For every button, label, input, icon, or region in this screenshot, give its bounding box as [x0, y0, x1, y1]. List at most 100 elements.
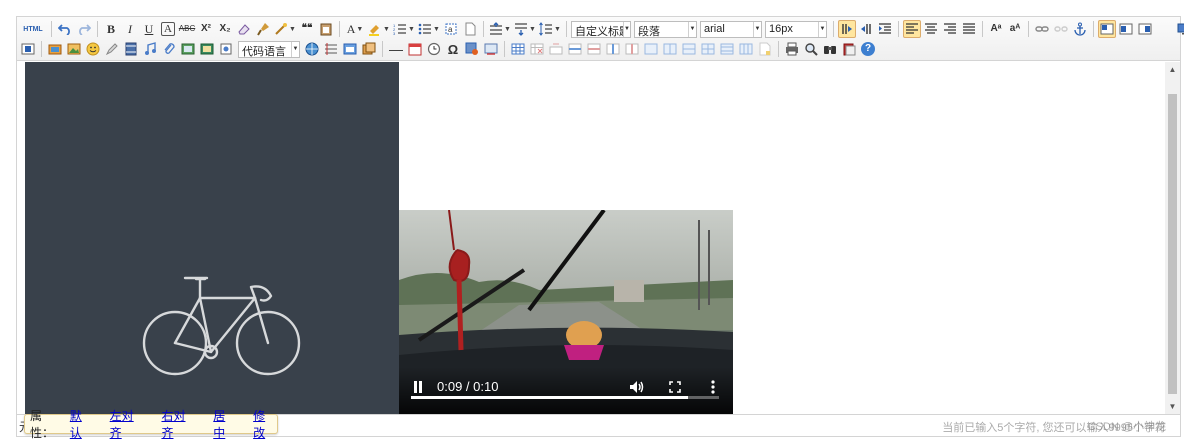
music-button[interactable]	[141, 40, 159, 58]
charts-button[interactable]	[756, 40, 774, 58]
delete-col-button[interactable]	[623, 40, 641, 58]
help-button[interactable]: ?	[859, 40, 877, 58]
video-player[interactable]: 0:09 / 0:10	[399, 210, 733, 414]
property-edit-link[interactable]: 修改	[253, 407, 277, 439]
insert-time-button[interactable]	[425, 40, 443, 58]
paragraph-format-select[interactable]: 段落 ▼	[634, 20, 697, 38]
image-right-button[interactable]	[1136, 20, 1154, 38]
property-align-right-link[interactable]: 右对齐	[161, 407, 197, 439]
map-button[interactable]	[341, 40, 359, 58]
property-default-link[interactable]: 默认	[70, 407, 94, 439]
image-center-button[interactable]	[19, 40, 37, 58]
emotion-button[interactable]	[84, 40, 102, 58]
align-left-button[interactable]	[903, 20, 921, 38]
delete-row-button[interactable]	[585, 40, 603, 58]
property-align-left-link[interactable]: 左对齐	[110, 407, 146, 439]
content-scrollbar[interactable]: ▲ ▼	[1165, 62, 1180, 414]
simple-upload-button[interactable]	[46, 40, 64, 58]
insert-paragraph-before-table-button[interactable]	[547, 40, 565, 58]
strikethrough-button[interactable]: ABC	[178, 20, 196, 38]
direction-rtl-button[interactable]	[857, 20, 875, 38]
ordered-list-button[interactable]: 1 2 3 ▼	[392, 20, 416, 38]
search-replace-button[interactable]	[821, 40, 839, 58]
split-to-cells-button[interactable]	[699, 40, 717, 58]
row-spacing-top-button[interactable]: ▼	[488, 20, 512, 38]
drafts-button[interactable]	[840, 40, 858, 58]
insert-col-button[interactable]	[604, 40, 622, 58]
bold-button[interactable]: B	[102, 20, 120, 38]
scroll-thumb[interactable]	[1168, 94, 1177, 394]
video-progress-bar[interactable]	[411, 396, 719, 399]
tolowercase-button[interactable]: aᴬ	[1006, 20, 1024, 38]
scroll-down-arrow-icon[interactable]: ▼	[1165, 399, 1180, 414]
link-button[interactable]	[1033, 20, 1051, 38]
snapscreen-button[interactable]	[482, 40, 500, 58]
unordered-list-button[interactable]: ▼	[417, 20, 441, 38]
undo-button[interactable]	[56, 20, 74, 38]
insert-image-button[interactable]	[65, 40, 83, 58]
align-right-button[interactable]	[941, 20, 959, 38]
direction-ltr-button[interactable]	[838, 20, 856, 38]
template-button[interactable]	[303, 40, 321, 58]
italic-button[interactable]: I	[121, 20, 139, 38]
align-justify-button[interactable]	[960, 20, 978, 38]
remove-format-button[interactable]	[235, 20, 253, 38]
merge-down-button[interactable]	[680, 40, 698, 58]
indent-button[interactable]	[876, 20, 894, 38]
split-to-cols-button[interactable]	[737, 40, 755, 58]
unlink-button[interactable]	[1052, 20, 1070, 38]
blockquote-button[interactable]: ❝❝	[298, 20, 316, 38]
superscript-button[interactable]: X²	[197, 20, 215, 38]
gmap-button[interactable]	[360, 40, 378, 58]
merge-cells-button[interactable]	[642, 40, 660, 58]
insert-row-button[interactable]	[566, 40, 584, 58]
fullscreen-button[interactable]	[1175, 20, 1184, 38]
pause-icon[interactable]	[413, 381, 423, 393]
backcolor-button[interactable]: ▼	[367, 20, 391, 38]
merge-right-button[interactable]	[661, 40, 679, 58]
special-char-button[interactable]: Ω	[444, 40, 462, 58]
attachment-button[interactable]	[160, 40, 178, 58]
format-match-button[interactable]	[254, 20, 272, 38]
insert-frame-button[interactable]	[179, 40, 197, 58]
delete-table-button[interactable]	[528, 40, 546, 58]
bicycle-image[interactable]	[25, 62, 399, 414]
line-height-button[interactable]: ▼	[538, 20, 562, 38]
row-spacing-bottom-button[interactable]: ▼	[513, 20, 537, 38]
paste-plain-button[interactable]	[317, 20, 335, 38]
code-language-select[interactable]: 代码语言 ▼	[238, 40, 300, 58]
auto-typeset-button[interactable]: ▼	[273, 20, 297, 38]
forecolor-button[interactable]: A ▼	[344, 20, 366, 38]
insert-video-button[interactable]	[122, 40, 140, 58]
image-left-button[interactable]	[1117, 20, 1135, 38]
touppercase-button[interactable]: Aᵃ	[987, 20, 1005, 38]
insert-code-button[interactable]	[198, 40, 216, 58]
font-size-select[interactable]: 16px ▼	[765, 20, 827, 38]
anchor-button[interactable]	[1071, 20, 1089, 38]
insert-date-button[interactable]	[406, 40, 424, 58]
select-all-button[interactable]: a	[442, 20, 460, 38]
editor-content-area[interactable]: 0:09 / 0:10	[17, 62, 1166, 414]
preview-button[interactable]	[802, 40, 820, 58]
custom-style-select[interactable]: 自定义标题▼	[571, 20, 631, 38]
print-button[interactable]	[783, 40, 801, 58]
image-none-button[interactable]	[1098, 20, 1116, 38]
wordimage-button[interactable]	[463, 40, 481, 58]
background-button[interactable]	[322, 40, 340, 58]
scrawl-button[interactable]	[103, 40, 121, 58]
insert-table-button[interactable]	[509, 40, 527, 58]
clear-doc-button[interactable]	[461, 20, 479, 38]
volume-icon[interactable]	[629, 380, 645, 394]
font-family-select[interactable]: arial ▼	[700, 20, 762, 38]
split-to-rows-button[interactable]	[718, 40, 736, 58]
underline-button[interactable]: U	[140, 20, 158, 38]
align-center-button[interactable]	[922, 20, 940, 38]
scroll-up-arrow-icon[interactable]: ▲	[1165, 62, 1180, 77]
property-center-link[interactable]: 居中	[213, 407, 237, 439]
font-border-button[interactable]: A	[161, 22, 175, 36]
redo-button[interactable]	[75, 20, 93, 38]
horizontal-rule-button[interactable]: —	[387, 40, 405, 58]
more-options-icon[interactable]	[711, 380, 715, 394]
fullscreen-icon[interactable]	[669, 381, 681, 393]
html-source-button[interactable]: HTML	[19, 20, 47, 38]
